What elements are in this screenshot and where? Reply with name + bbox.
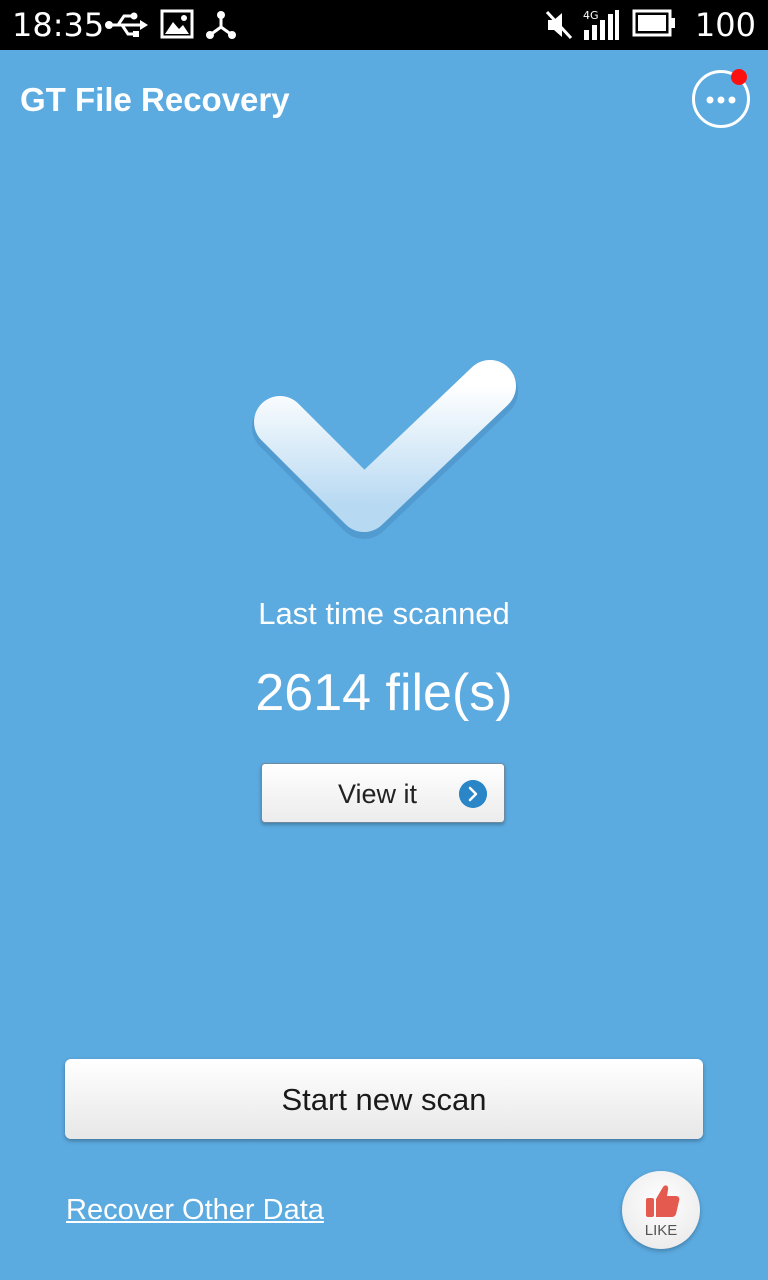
like-button[interactable]: LIKE	[622, 1171, 700, 1249]
app-header: GT File Recovery	[0, 50, 768, 150]
status-bar: 18:35 4G 100	[0, 0, 768, 50]
view-it-label: View it	[338, 779, 418, 809]
notification-dot	[731, 69, 747, 85]
battery-level: 100	[694, 6, 756, 44]
checkmark-icon	[252, 360, 518, 539]
like-label: LIKE	[644, 1222, 678, 1239]
image-icon	[160, 9, 194, 39]
file-count: 2614 file(s)	[255, 664, 513, 722]
network-label: 4G	[583, 9, 599, 22]
status-time: 18:35	[12, 6, 105, 44]
recover-other-data-link[interactable]: Recover Other Data	[66, 1191, 324, 1229]
share-network-icon	[206, 11, 236, 39]
chevron-right-icon	[459, 780, 487, 808]
4g-signal-icon: 4G	[583, 9, 619, 40]
thumbs-up-icon	[646, 1185, 680, 1217]
start-new-scan-button[interactable]: Start new scan	[65, 1059, 703, 1139]
view-it-button[interactable]: View it	[261, 763, 505, 823]
start-new-scan-label: Start new scan	[281, 1082, 487, 1117]
usb-icon	[105, 12, 148, 37]
status-right-icons: 4G 100	[546, 6, 756, 44]
mute-icon	[546, 10, 572, 40]
check-graphic	[246, 358, 522, 548]
last-scanned-label: Last time scanned	[258, 596, 510, 631]
app-title: GT File Recovery	[20, 81, 290, 118]
battery-icon	[632, 9, 675, 37]
